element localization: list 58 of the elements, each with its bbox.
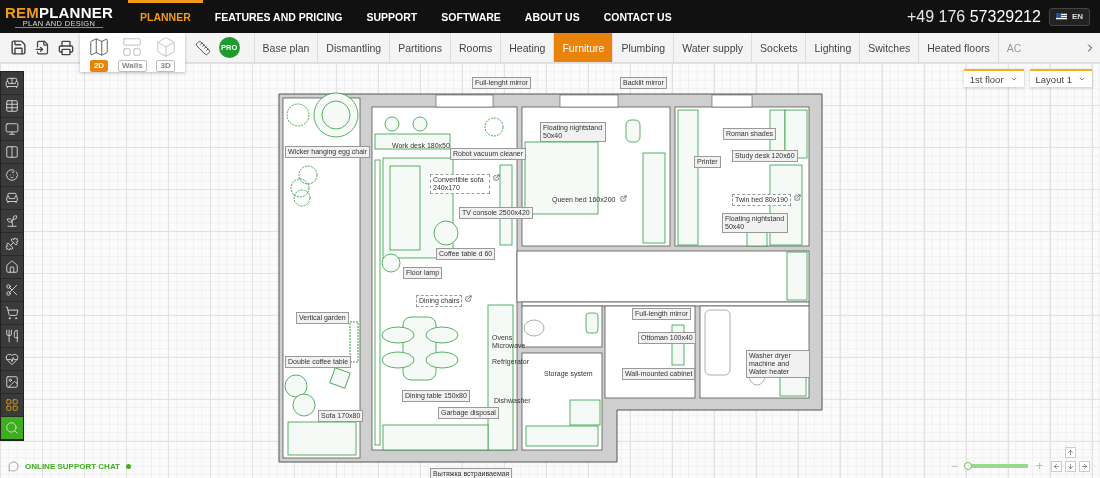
print-button[interactable] bbox=[58, 39, 74, 56]
zoom-slider[interactable] bbox=[966, 462, 1028, 470]
nav-link[interactable]: SUPPORT bbox=[354, 0, 430, 33]
floor-dropdown[interactable]: 1st floor bbox=[963, 69, 1024, 87]
area-button[interactable] bbox=[194, 39, 211, 56]
pan-right-button[interactable] bbox=[1079, 461, 1090, 472]
armchair-icon bbox=[5, 191, 19, 205]
phone-number: +49 176 57329212 bbox=[906, 7, 1041, 26]
save-icon bbox=[10, 39, 27, 56]
grid-icon bbox=[5, 398, 19, 412]
pan-up-button[interactable] bbox=[1065, 447, 1076, 458]
cart-icon bbox=[5, 306, 19, 320]
sofa-icon bbox=[5, 76, 19, 90]
arrow-up-icon bbox=[1067, 449, 1074, 456]
nav-link[interactable]: ABOUT US bbox=[512, 0, 592, 33]
caret-icon bbox=[1009, 75, 1018, 83]
search-icon bbox=[5, 421, 19, 435]
import-button[interactable] bbox=[35, 40, 50, 55]
house-icon bbox=[5, 260, 19, 274]
chat-icon bbox=[8, 461, 19, 472]
heart-pulse-icon bbox=[5, 352, 19, 366]
baby-icon bbox=[5, 168, 19, 182]
arrow-right-icon bbox=[1081, 463, 1088, 470]
nav-link[interactable]: SOFTWARE bbox=[429, 0, 513, 33]
scissors-icon bbox=[5, 283, 19, 297]
logo-wordmark[interactable]: REMPLANNER bbox=[5, 5, 113, 20]
picture-icon bbox=[5, 375, 19, 389]
floor-plan-icon bbox=[88, 36, 110, 58]
layout-dropdown[interactable]: Layout 1 bbox=[1029, 69, 1092, 87]
category-button[interactable] bbox=[1, 417, 23, 440]
utensils-icon bbox=[5, 329, 19, 343]
caret-icon bbox=[1078, 75, 1086, 83]
view-mode-button[interactable]: Walls bbox=[118, 36, 147, 72]
print-icon bbox=[58, 39, 74, 56]
external-link-icon[interactable] bbox=[793, 194, 801, 201]
pan-down-button[interactable] bbox=[1065, 461, 1076, 472]
dumbbell-icon bbox=[5, 237, 19, 251]
walls-icon bbox=[121, 36, 144, 58]
save-button[interactable] bbox=[10, 39, 27, 56]
plant-icon bbox=[5, 214, 19, 228]
arrow-down-icon bbox=[1067, 463, 1074, 470]
cube-icon bbox=[154, 36, 177, 58]
nav-link[interactable]: FEATURES AND PRICING bbox=[202, 0, 355, 33]
pan-left-button[interactable] bbox=[1051, 461, 1062, 472]
slider-thumb[interactable] bbox=[964, 462, 973, 470]
wardrobe-icon bbox=[5, 145, 19, 159]
external-link-icon[interactable] bbox=[493, 174, 500, 181]
flag-icon bbox=[1055, 13, 1067, 20]
language-button[interactable]: EN bbox=[1048, 7, 1090, 26]
table-icon bbox=[5, 99, 19, 113]
external-link-icon[interactable] bbox=[465, 295, 473, 302]
view-mode-button[interactable]: 3D bbox=[154, 36, 177, 72]
monitor-icon bbox=[5, 122, 19, 136]
nav-link[interactable]: CONTACT US bbox=[591, 0, 684, 33]
ruler-icon bbox=[194, 39, 211, 56]
file-icon bbox=[35, 40, 50, 55]
arrow-left-icon bbox=[1053, 463, 1060, 470]
external-link-icon[interactable] bbox=[620, 195, 628, 202]
